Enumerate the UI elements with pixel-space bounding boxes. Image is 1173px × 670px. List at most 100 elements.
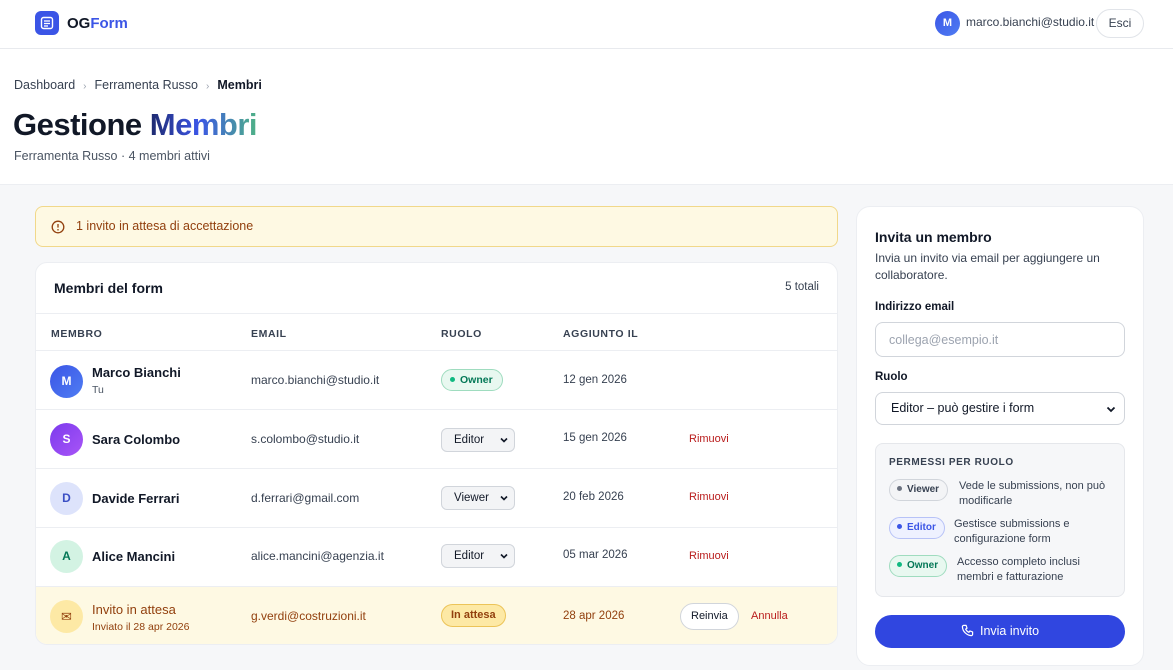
role-badge-owner: Owner [889,555,948,577]
cancel-invite-button[interactable]: Annulla [751,610,788,622]
invite-title: Invita un membro [875,229,992,245]
member-count: 5 totali [785,281,819,293]
breadcrumb-dashboard[interactable]: Dashboard [14,78,75,92]
alert-circle-icon [51,220,65,234]
member-date: 12 gen 2026 [563,374,627,386]
role-badge-label: Viewer [907,484,940,495]
role-badge-owner: Owner [441,369,503,391]
chevron-right-icon: › [206,81,210,92]
logo[interactable] [35,11,59,35]
col-role: RUOLO [441,328,482,340]
role-select-value: Viewer [454,492,489,504]
role-badge-editor: Editor [889,517,945,539]
resend-invite-button[interactable]: Reinvia [680,603,739,630]
editor-permission-desc: Gestisce submissions e configurazione fo… [954,518,1070,545]
permissions-title: PERMESSI PER RUOLO [889,457,1014,468]
chevron-down-icon [500,553,508,559]
chevron-right-icon: › [83,81,87,92]
alert-text: 1 invito in attesa di accettazione [76,219,254,233]
pending-email: g.verdi@costruzioni.it [251,609,366,623]
send-invite-button[interactable]: Invia invito [875,615,1125,648]
pending-sent-date: Inviato il 28 apr 2026 [92,621,190,633]
members-card: Membri del form 5 totali MEMBRO EMAIL RU… [35,262,838,645]
role-select[interactable]: Viewer [441,486,515,510]
role-dropdown[interactable]: Editor – può gestire i form [875,392,1125,425]
role-badge-label: Editor [907,522,936,533]
status-dot [897,523,902,529]
brand-name[interactable]: OGForm [67,15,128,32]
breadcrumb-current: Membri [217,78,262,92]
brand-part-2: Form [90,15,128,32]
member-name: Alice Mancini [92,549,176,564]
member-date: 05 mar 2026 [563,549,628,561]
member-email: alice.mancini@agenzia.it [251,549,384,563]
role-badge-label: Owner [460,374,493,386]
remove-member-button[interactable]: Rimuovi [689,550,729,562]
role-badge-label: Owner [907,560,939,571]
table-row: D Davide Ferrari d.ferrari@gmail.com Vie… [36,469,837,528]
member-date: 15 gen 2026 [563,432,627,444]
member-date: 20 feb 2026 [563,491,624,503]
viewer-permission-desc: Vede le submissions, non può modificarle [959,480,1106,507]
send-icon [961,624,974,637]
member-email: marco.bianchi@studio.it [251,373,380,387]
role-select-value: Editor [454,550,485,562]
member-email: s.colombo@studio.it [251,432,360,446]
role-dropdown-value: Editor – può gestire i form [891,401,1035,415]
card-title: Membri del form [54,280,163,296]
role-select[interactable]: Editor [441,544,515,568]
pending-title: Invito in attesa [92,602,176,617]
member-name: Sara Colombo [92,432,181,447]
table-row: S Sara Colombo s.colombo@studio.it Edito… [36,410,837,469]
page-title: Gestione Membri [13,107,258,143]
brand-part-1: OG [67,15,91,32]
permissions-box: PERMESSI PER RUOLO Viewer Vede le submis… [875,443,1125,597]
status-badge: In attesa [441,604,506,627]
invite-panel: Invita un membro Invia un invito via ema… [856,206,1144,666]
chevron-down-icon [500,437,508,443]
status-dot [897,561,902,567]
member-you-label: Tu [92,384,104,396]
breadcrumb-form[interactable]: Ferramenta Russo [95,78,199,92]
chevron-down-icon [1106,406,1116,413]
avatar: S [50,423,83,456]
send-invite-label: Invia invito [979,624,1040,638]
role-label: Ruolo [875,371,908,383]
page-title-part-2: Membri [149,107,258,142]
owner-permission-desc: Accesso completo inclusi membri e fattur… [957,556,1080,583]
breadcrumb: Dashboard › Ferramenta Russo › Membri [14,78,262,92]
pending-date: 28 apr 2026 [563,610,625,622]
status-dot [897,485,902,491]
form-icon [40,16,54,30]
member-name: Marco Bianchi [92,365,181,380]
avatar: D [50,482,83,515]
logout-button[interactable]: Esci [1096,9,1144,38]
remove-member-button[interactable]: Rimuovi [689,491,729,503]
mail-icon: ✉ [50,600,83,633]
remove-member-button[interactable]: Rimuovi [689,433,729,445]
page-title-part-1: Gestione [13,107,150,142]
table-row: A Alice Mancini alice.mancini@agenzia.it… [36,528,837,587]
col-email: EMAIL [251,328,287,340]
role-select-value: Editor [454,434,485,446]
chevron-down-icon [500,495,508,501]
pending-invite-alert: 1 invito in attesa di accettazione [35,206,838,247]
page-subtitle: Ferramenta Russo · 4 membri attivi [14,149,210,163]
role-badge-viewer: Viewer [889,479,949,501]
avatar: M [50,365,83,398]
role-select[interactable]: Editor [441,428,515,452]
table-row: M Marco Bianchi Tu marco.bianchi@studio.… [36,351,837,410]
status-dot [450,376,455,382]
invite-description: Invia un invito via email per aggiungere… [875,251,1100,282]
email-field[interactable] [875,322,1125,357]
member-email: d.ferrari@gmail.com [251,491,360,505]
avatar[interactable]: M [935,11,960,36]
email-label: Indirizzo email [875,301,955,313]
page-header: Dashboard › Ferramenta Russo › Membri Gestio… [0,49,1173,185]
col-member: MEMBRO [51,328,103,340]
user-email: marco.bianchi@studio.it [966,15,1095,29]
member-name: Davide Ferrari [92,491,180,506]
col-added: AGGIUNTO IL [563,328,639,340]
top-bar: OGForm M marco.bianchi@studio.it Esci [0,0,1173,49]
avatar: A [50,540,83,573]
